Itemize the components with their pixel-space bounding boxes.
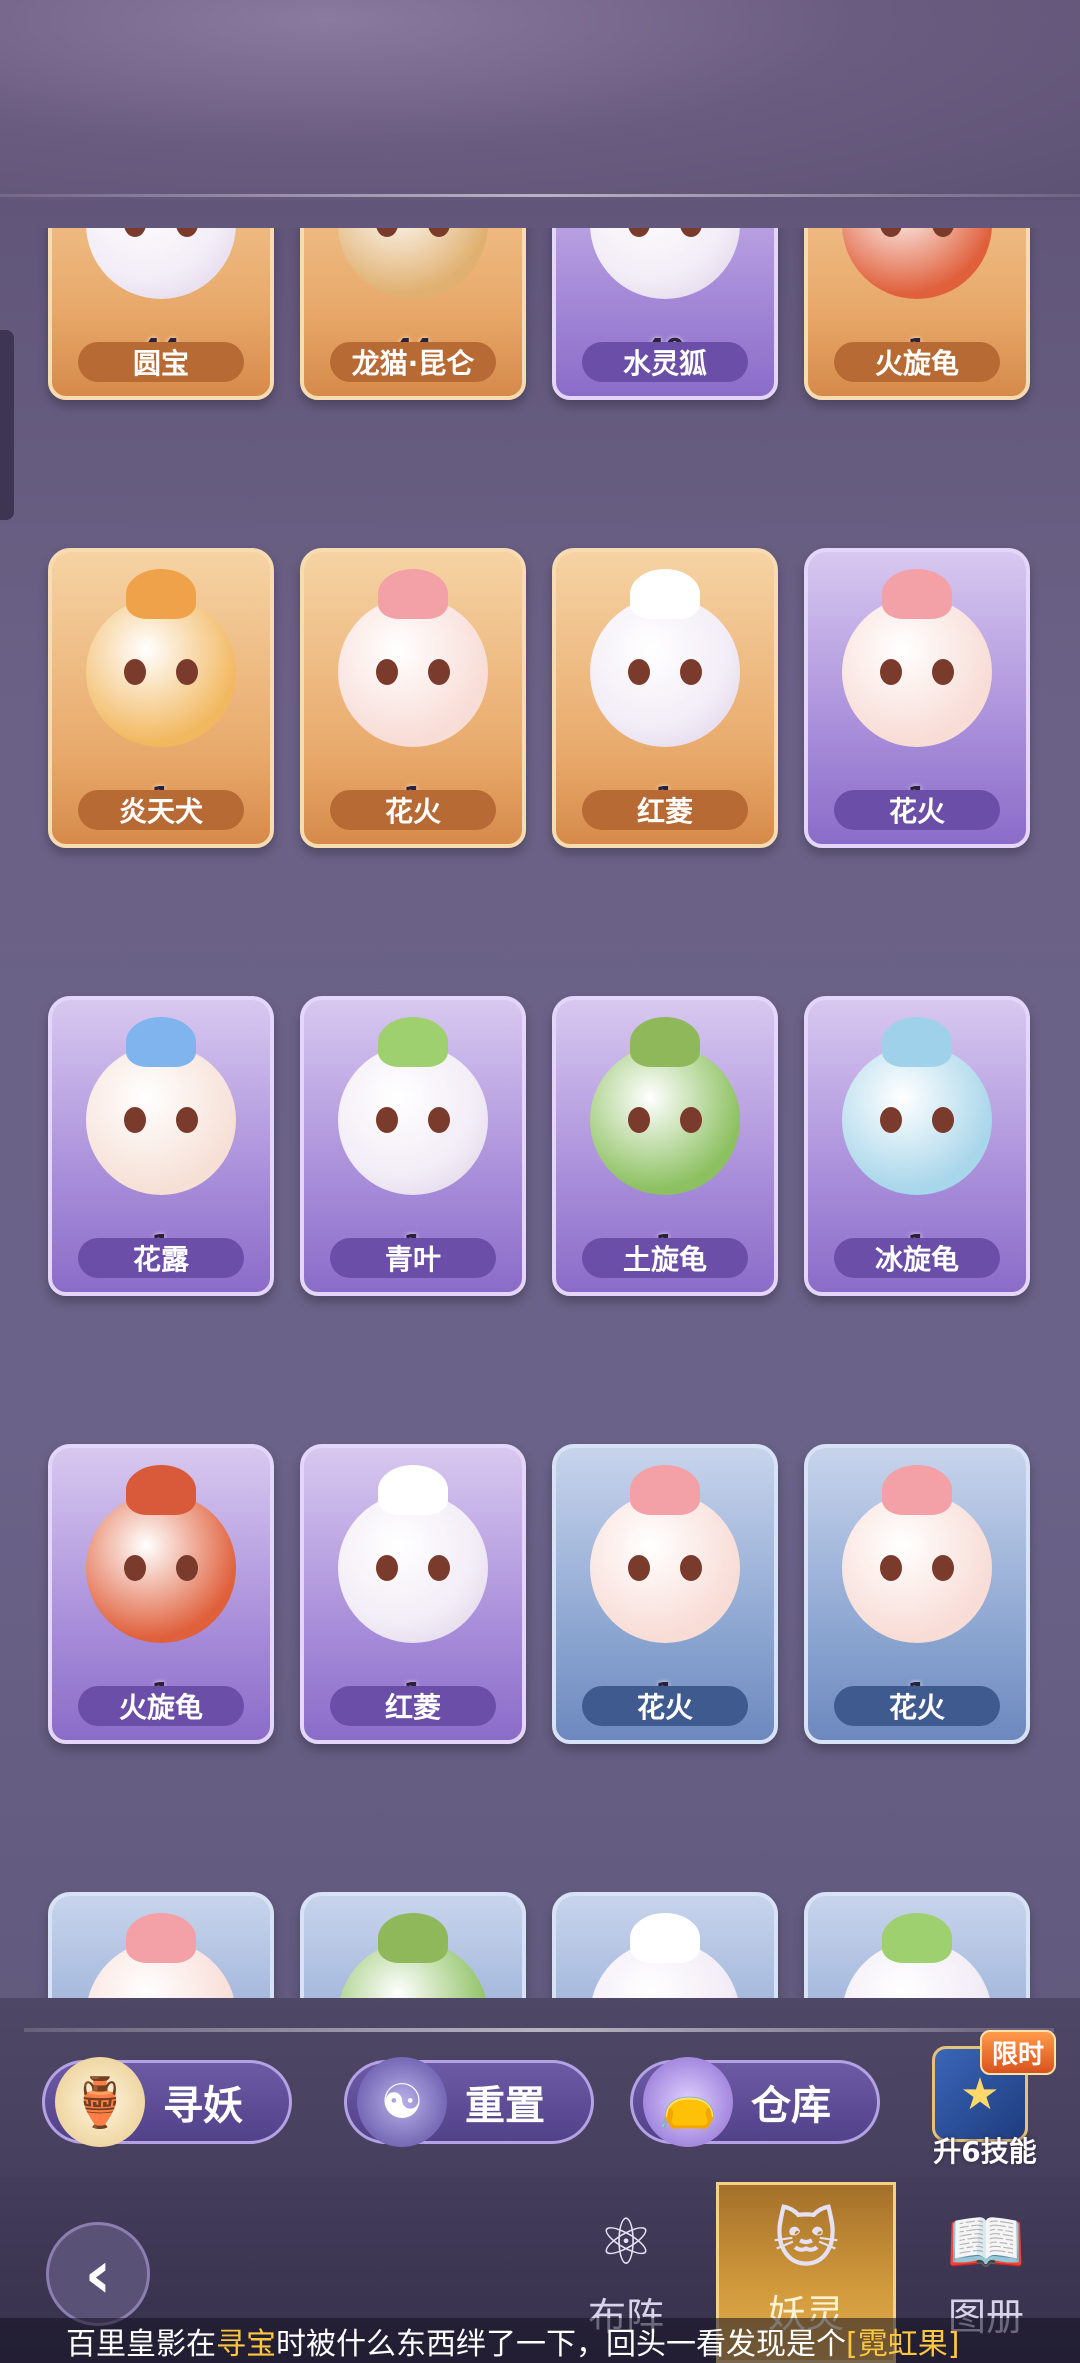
spirit-card[interactable]: 1土旋龟: [300, 1892, 526, 1998]
lion-cat-icon: [324, 228, 502, 324]
rabbit-icon: [72, 228, 250, 324]
fire-turtle-icon: [72, 1465, 250, 1668]
spirit-card[interactable]: 1冰旋龟: [804, 996, 1030, 1296]
spirit-card[interactable]: 44圆宝: [48, 228, 274, 400]
seek-spirit-button[interactable]: 🏺 寻妖: [42, 2057, 292, 2147]
flower-girl-icon: [324, 569, 502, 772]
skill-upgrade-button[interactable]: ★ 限时 升6技能: [920, 2030, 1070, 2170]
spirit-card[interactable]: 1花火: [804, 1444, 1030, 1744]
spirit-name: 炎天犬: [78, 790, 244, 830]
seek-spirit-label: 寻妖: [163, 2083, 243, 2129]
reset-icon: ☯: [357, 2057, 447, 2147]
spirit-card[interactable]: 1青叶: [804, 1892, 1030, 1998]
ticker-part1: 百里皇影在: [66, 2326, 216, 2362]
spirit-name: 花火: [330, 790, 496, 830]
warehouse-label: 仓库: [751, 2083, 831, 2129]
bottom-divider: [24, 2028, 1054, 2032]
white-rabbit-icon: [576, 569, 754, 772]
spirit-card[interactable]: 1花露: [48, 996, 274, 1296]
spirit-card[interactable]: 1花火: [300, 548, 526, 848]
spirit-card[interactable]: 1青叶: [300, 996, 526, 1296]
spirit-card[interactable]: 1火旋龟: [804, 228, 1030, 400]
earth-turtle-icon: [324, 1913, 502, 1998]
header-divider: [0, 194, 1080, 197]
spirit-card[interactable]: 1红菱: [552, 548, 778, 848]
spirit-name: 圆宝: [78, 342, 244, 382]
spirit-name: 花露: [78, 1238, 244, 1278]
back-button[interactable]: ‹: [46, 2222, 150, 2326]
spirit-name: 花火: [582, 1686, 748, 1726]
back-arrow-icon: ‹: [84, 2235, 112, 2313]
flower-girl-icon: [828, 569, 1006, 772]
white-rabbit-icon: [576, 1913, 754, 1998]
spirit-name: 土旋龟: [582, 1238, 748, 1278]
spirit-name: 青叶: [330, 1238, 496, 1278]
spirit-card[interactable]: 1炎天犬: [48, 548, 274, 848]
ice-turtle-icon: [828, 1017, 1006, 1220]
spirit-grid: 44圆宝44龙猫·昆仑40水灵狐1火旋龟1炎天犬1花火1红菱1花火1花露1青叶1…: [48, 228, 1030, 1998]
spirit-name: 冰旋龟: [834, 1238, 1000, 1278]
flame-dog-icon: [72, 569, 250, 772]
earth-turtle-icon: [576, 1017, 754, 1220]
spirit-card[interactable]: 1土旋龟: [552, 996, 778, 1296]
spirit-name: 红菱: [330, 1686, 496, 1726]
reset-label: 重置: [465, 2083, 545, 2129]
blue-girl-icon: [72, 1017, 250, 1220]
header-background: [0, 0, 1080, 200]
book-icon: 📖: [946, 2206, 1026, 2280]
fire-turtle-icon: [828, 228, 1006, 324]
spirit-card[interactable]: 1花火: [48, 1892, 274, 1998]
spirit-card[interactable]: 1花火: [804, 548, 1030, 848]
spirit-name: 龙猫·昆仑: [330, 342, 496, 382]
water-fox-icon: [576, 228, 754, 324]
warehouse-button[interactable]: 👝 仓库: [630, 2057, 880, 2147]
spirit-name: 火旋龟: [834, 342, 1000, 382]
bag-icon: 👝: [643, 2057, 733, 2147]
ticker-part2: 时被什么东西绊了一下，回头一看发现是个: [276, 2326, 846, 2362]
flower-girl-icon: [72, 1913, 250, 1998]
spirit-name: 花火: [834, 790, 1000, 830]
reset-button[interactable]: ☯ 重置: [344, 2057, 594, 2147]
spirit-card[interactable]: 1火旋龟: [48, 1444, 274, 1744]
ticker-highlight2: [霓虹果]: [846, 2326, 960, 2362]
spirit-grid-viewport[interactable]: 44圆宝44龙猫·昆仑40水灵狐1火旋龟1炎天犬1花火1红菱1花火1花露1青叶1…: [0, 228, 1080, 1998]
cat-spirit-icon: 🐱: [772, 2203, 840, 2277]
spirit-name: 水灵狐: [582, 342, 748, 382]
limited-time-badge: 限时: [980, 2030, 1057, 2075]
spirit-name: 火旋龟: [78, 1686, 244, 1726]
ticker-highlight1: 寻宝: [216, 2326, 276, 2362]
lineup-icon: ⚛: [597, 2206, 655, 2280]
spirit-name: 红菱: [582, 790, 748, 830]
turnip-icon: [324, 1017, 502, 1220]
gourd-icon: 🏺: [55, 2057, 145, 2147]
announcement-ticker: 百里皇影在 寻宝 时被什么东西绊了一下，回头一看发现是个 [霓虹果]: [0, 2318, 1080, 2363]
flower-girl-icon: [828, 1465, 1006, 1668]
spirit-card[interactable]: 44龙猫·昆仑: [300, 228, 526, 400]
spirit-card[interactable]: 1花火: [552, 1444, 778, 1744]
skill-upgrade-label: 升6技能: [933, 2135, 1037, 2168]
white-rabbit-icon: [324, 1465, 502, 1668]
turnip-icon: [828, 1913, 1006, 1998]
spirit-card[interactable]: 40水灵狐: [552, 228, 778, 400]
spirit-card[interactable]: 1红菱: [300, 1444, 526, 1744]
spirit-name: 花火: [834, 1686, 1000, 1726]
flower-girl-icon: [576, 1465, 754, 1668]
spirit-card[interactable]: 1红菱: [552, 1892, 778, 1998]
